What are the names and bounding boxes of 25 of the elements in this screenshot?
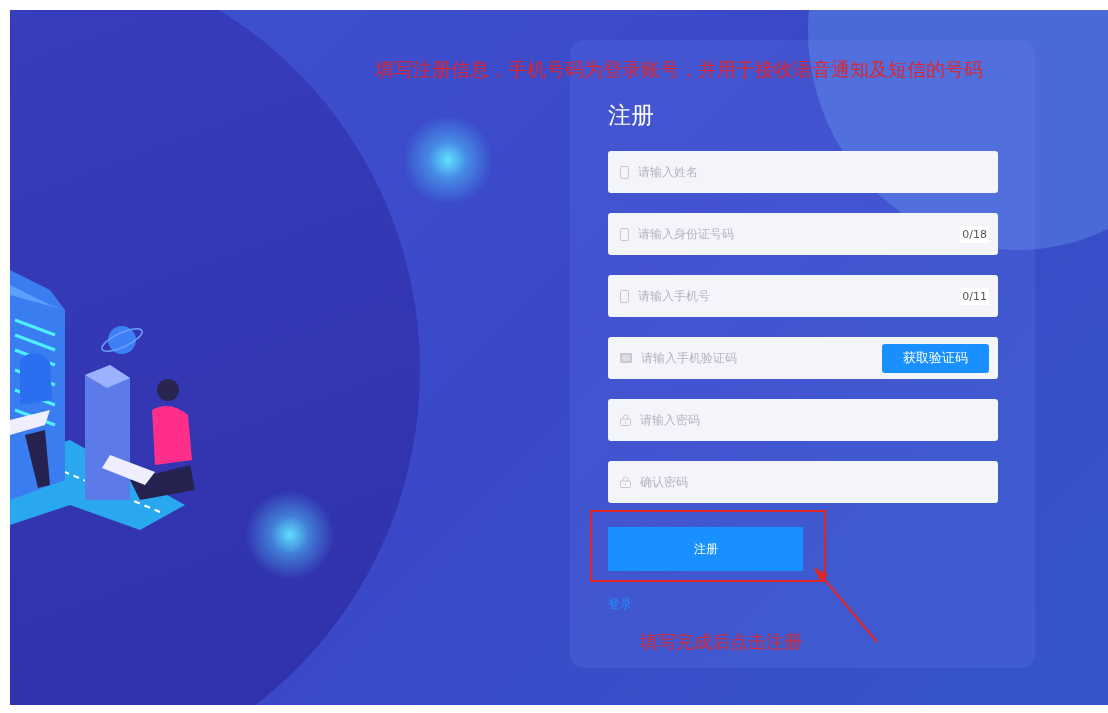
input-field[interactable]: 请输入密码 [608, 399, 998, 441]
phone-icon [620, 227, 629, 241]
input-field[interactable]: 请输入姓名 [608, 151, 998, 193]
form-title: 注册 [608, 101, 654, 130]
character-counter: 0/11 [960, 287, 989, 305]
code-icon [620, 353, 632, 363]
input-field[interactable]: 请输入身份证号码 0/18 [608, 213, 998, 255]
annotation-text: 填写完成后点击注册 [640, 630, 802, 654]
text-input[interactable]: 请输入姓名 [638, 165, 989, 179]
text-input[interactable]: 请输入身份证号码 [638, 227, 952, 241]
lock-icon [620, 414, 631, 426]
get-code-button[interactable]: 获取验证码 [882, 343, 989, 373]
input-field[interactable]: 请输入手机号 0/11 [608, 275, 998, 317]
lock-icon [620, 476, 631, 488]
register-button[interactable]: 注册 [608, 527, 803, 571]
text-input[interactable]: 请输入手机号 [638, 289, 952, 303]
character-counter: 0/18 [960, 225, 989, 243]
phone-icon [620, 165, 629, 179]
phone-icon [620, 289, 629, 303]
annotation-text: 填写注册信息，手机号码为登录账号，并用于接收语音通知及短信的号码 [375, 57, 983, 82]
input-field[interactable]: 确认密码 [608, 461, 998, 503]
input-field[interactable]: 请输入手机验证码 获取验证码 [608, 337, 998, 379]
text-input[interactable]: 请输入密码 [640, 413, 989, 427]
text-input[interactable]: 确认密码 [640, 475, 989, 489]
text-input[interactable]: 请输入手机验证码 [641, 351, 873, 365]
